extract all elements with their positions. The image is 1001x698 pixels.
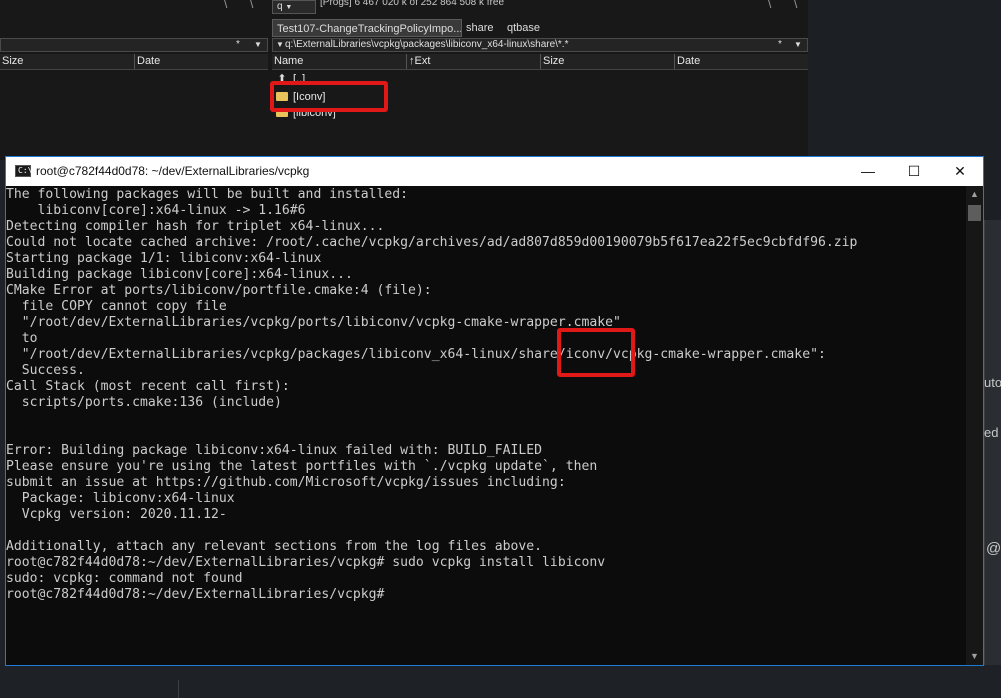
- tab-test107[interactable]: Test107-ChangeTrackingPolicyImpo...: [272, 19, 462, 37]
- terminal-line: file COPY cannot copy file: [6, 299, 227, 314]
- scroll-up-button[interactable]: ▲: [966, 186, 983, 203]
- terminal-line: root@c782f44d0d78:~/dev/ExternalLibrarie…: [6, 587, 385, 602]
- terminal-window: C:\ root@c782f44d0d78: ~/dev/ExternalLib…: [5, 156, 984, 666]
- scroll-down-button[interactable]: ▼: [966, 648, 983, 665]
- right-pane-path-bar[interactable]: ▼ q:\ExternalLibraries\vcpkg\packages\li…: [272, 38, 808, 52]
- col-size[interactable]: Size: [540, 54, 674, 69]
- right-filter-button[interactable]: *: [773, 39, 787, 51]
- left-col-size[interactable]: Size: [0, 54, 134, 69]
- background-bottom-strip: [0, 665, 1001, 698]
- right-pane-column-header: Name ↑Ext Size Date: [272, 54, 808, 70]
- left-pane-glyph-2: \: [250, 0, 254, 11]
- terminal-line: Success.: [6, 363, 85, 378]
- terminal-line: to: [6, 331, 38, 346]
- drive-label: q: [277, 1, 283, 12]
- col-ext-label: Ext: [414, 55, 431, 67]
- minimize-button[interactable]: —: [845, 157, 891, 186]
- terminal-line: submit an issue at https://github.com/Mi…: [6, 475, 566, 490]
- left-pane-glyph-1: \: [224, 0, 228, 11]
- terminal-titlebar[interactable]: C:\ root@c782f44d0d78: ~/dev/ExternalLib…: [6, 157, 983, 186]
- terminal-line: Package: libiconv:x64-linux: [6, 491, 235, 506]
- terminal-line: CMake Error at ports/libiconv/portfile.c…: [6, 283, 432, 298]
- maximize-button[interactable]: ☐: [891, 157, 937, 186]
- vertical-scrollbar[interactable]: ▲ ▼: [966, 186, 983, 665]
- background-text-1: uto: [984, 375, 1001, 390]
- current-path[interactable]: q:\ExternalLibraries\vcpkg\packages\libi…: [285, 39, 568, 51]
- window-title: root@c782f44d0d78: ~/dev/ExternalLibrari…: [36, 164, 310, 178]
- scrollbar-thumb[interactable]: [968, 205, 981, 221]
- tab-share[interactable]: share: [462, 19, 500, 37]
- terminal-line: Building package libiconv[core]:x64-linu…: [6, 267, 353, 282]
- terminal-line: Detecting compiler hash for triplet x64-…: [6, 219, 385, 234]
- terminal-line: Vcpkg version: 2020.11.12-: [6, 507, 227, 522]
- col-name[interactable]: Name: [272, 54, 406, 69]
- left-pane-column-header: Size Date: [0, 54, 268, 70]
- drive-selector[interactable]: q ▼: [272, 0, 316, 14]
- col-ext[interactable]: ↑Ext: [406, 54, 540, 69]
- left-col-date[interactable]: Date: [134, 54, 268, 69]
- col-date[interactable]: Date: [674, 54, 808, 69]
- terminal-line: "/root/dev/ExternalLibraries/vcpkg/packa…: [6, 347, 826, 362]
- terminal-line: libiconv[core]:x64-linux -> 1.16#6: [6, 203, 306, 218]
- terminal-line: scripts/ports.cmake:136 (include): [6, 395, 282, 410]
- terminal-output[interactable]: The following packages will be built and…: [6, 186, 966, 665]
- left-pane-toolbar: \ \: [0, 0, 268, 20]
- left-pane-path-bar[interactable]: * ▼: [0, 38, 268, 52]
- terminal-line: Could not locate cached archive: /root/.…: [6, 235, 858, 250]
- close-button[interactable]: ✕: [937, 157, 983, 186]
- terminal-line: Additionally, attach any relevant sectio…: [6, 539, 543, 554]
- right-filter-dropdown[interactable]: ▼: [791, 39, 805, 51]
- left-filter-dropdown[interactable]: ▼: [251, 39, 265, 51]
- left-filter-button[interactable]: *: [231, 39, 245, 51]
- path-history-dropdown[interactable]: ▼: [275, 39, 285, 51]
- highlight-box-iconv-folder: [270, 81, 388, 112]
- right-pane-glyph-1: \: [768, 0, 772, 11]
- terminal-line: Error: Building package libiconv:x64-lin…: [6, 443, 543, 458]
- terminal-line: root@c782f44d0d78:~/dev/ExternalLibrarie…: [6, 555, 606, 570]
- terminal-app-icon: C:\: [15, 165, 32, 177]
- terminal-line: The following packages will be built and…: [6, 187, 409, 202]
- background-text-3: @: [986, 540, 1001, 557]
- terminal-line: sudo: vcpkg: command not found: [6, 571, 243, 586]
- terminal-line: "/root/dev/ExternalLibraries/vcpkg/ports…: [6, 315, 621, 330]
- file-manager: \ \ * ▼ Size Date q ▼ [Progs] 6 467 020 …: [0, 0, 808, 160]
- terminal-line: Please ensure you're using the latest po…: [6, 459, 598, 474]
- right-pane-glyph-2: \: [794, 0, 798, 11]
- free-space-label: [Progs] 6 467 020 k of 252 864 508 k fre…: [320, 0, 505, 8]
- background-divider: [178, 680, 179, 698]
- tab-qtbase[interactable]: qtbase: [503, 19, 547, 37]
- terminal-line: Call Stack (most recent call first):: [6, 379, 290, 394]
- background-text-2: ed: [984, 425, 999, 440]
- terminal-line: Starting package 1/1: libiconv:x64-linux: [6, 251, 322, 266]
- highlight-box-iconv-path: [557, 328, 635, 377]
- background-side-panel: [984, 220, 1001, 698]
